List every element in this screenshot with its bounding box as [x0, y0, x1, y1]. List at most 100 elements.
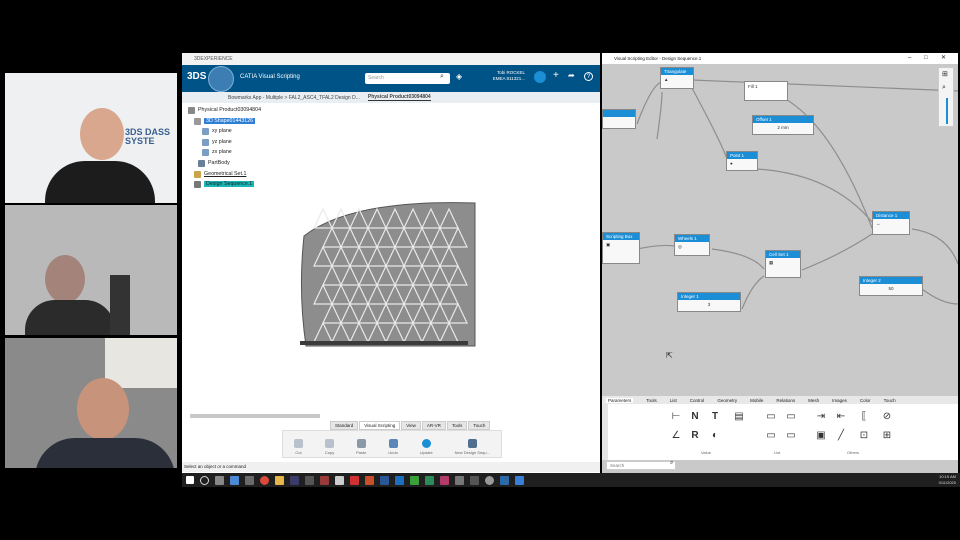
scrollbar[interactable] [190, 414, 320, 418]
avatar[interactable] [534, 71, 546, 83]
app-icon-13[interactable] [515, 475, 524, 485]
app-icon-3[interactable] [290, 475, 299, 485]
copy-button[interactable]: Copy [325, 439, 334, 455]
system-clock[interactable]: 10:15 AM 3/11/2020 [920, 474, 957, 486]
minimize-icon[interactable]: – [908, 53, 911, 64]
tab-color[interactable]: Color [860, 398, 871, 403]
integer-1-value[interactable]: 3 [678, 300, 740, 309]
bracket-icon[interactable]: ⟦ [859, 412, 869, 422]
list-text-icon[interactable]: ▭ [786, 431, 796, 441]
tree-item[interactable]: zx plane [202, 147, 261, 158]
tab-view[interactable]: View [401, 421, 421, 430]
app-icon-9[interactable] [440, 475, 449, 485]
node-scripting-box[interactable]: Scripting Box ▣ [602, 232, 640, 264]
help-icon[interactable]: ? [584, 72, 593, 81]
app-icon-1[interactable] [230, 475, 239, 485]
tab-tools[interactable]: Tools [446, 421, 468, 430]
tree-item[interactable]: 3D Shape01443126 [194, 116, 261, 127]
3d-model-viewport[interactable] [292, 201, 482, 349]
node-wheels[interactable]: Wheels 1 ◎ [674, 234, 710, 256]
string-param-icon[interactable]: ▤ [734, 412, 744, 422]
map-icon[interactable]: ⊞ [942, 70, 948, 78]
tab-mobile[interactable]: Mobile [750, 398, 763, 403]
new-design-sequence-button[interactable]: New Design Sequ... [455, 439, 490, 455]
node-point[interactable]: Point 1 ● [726, 151, 758, 171]
app-icon-7[interactable] [410, 475, 419, 485]
settings-icon[interactable] [485, 475, 494, 485]
close-icon[interactable]: ✕ [941, 53, 946, 64]
compass-icon[interactable] [208, 66, 234, 92]
chrome-icon[interactable] [260, 475, 269, 485]
tab-visual-scripting[interactable]: Visual Scripting [359, 421, 401, 430]
search-icon[interactable]: ⌕ [670, 460, 673, 467]
zoom-icon[interactable]: ⌕ [942, 84, 946, 92]
image-icon[interactable]: ▣ [816, 431, 826, 441]
list-int-icon[interactable]: ▭ [766, 431, 776, 441]
outlook-icon[interactable] [395, 475, 404, 485]
line-icon[interactable]: ╱ [836, 431, 846, 441]
tab-tools[interactable]: Tools [646, 398, 657, 403]
windows-start-icon[interactable] [186, 476, 194, 484]
user-info[interactable]: Tobi ROCKEL EMEA 811321... [467, 70, 525, 82]
text-param-icon[interactable]: T [710, 412, 720, 422]
taskview-icon[interactable] [215, 475, 224, 485]
app-icon-6[interactable] [335, 475, 344, 485]
search-icon[interactable] [200, 475, 209, 485]
maximize-icon[interactable]: □ [924, 53, 928, 64]
output-icon[interactable]: ⇤ [836, 412, 846, 422]
tab-relations[interactable]: Relations [776, 398, 795, 403]
app-icon-4[interactable] [305, 475, 314, 485]
editor-search-input[interactable]: Search [606, 461, 676, 470]
folder-icon[interactable] [275, 475, 284, 485]
tree-item[interactable]: PartBody [198, 158, 261, 169]
tab-geometry[interactable]: Geometry [717, 398, 737, 403]
word-icon[interactable] [380, 475, 389, 485]
node-offset[interactable]: Offset 12 mm [752, 115, 814, 135]
tree-item[interactable]: Geometrical Set.1 [194, 169, 261, 180]
tree-item[interactable]: Design Sequence.1 [194, 179, 261, 190]
app-icon-11[interactable] [470, 475, 479, 485]
update-button[interactable]: Update [420, 439, 433, 455]
zoom-slider[interactable] [946, 98, 948, 124]
tab-images[interactable]: Images [832, 398, 847, 403]
tag-icon[interactable]: ◈ [456, 72, 462, 81]
length-param-icon[interactable]: ⊢ [671, 412, 681, 422]
node-triangulate[interactable]: Triangulate 1 ▲ [660, 67, 694, 89]
tab-list[interactable]: List [670, 398, 677, 403]
measure-icon[interactable]: ⊞ [882, 431, 892, 441]
app-icon-8[interactable] [425, 475, 434, 485]
input-icon[interactable]: ⇥ [816, 412, 826, 422]
node-partial-left[interactable] [602, 109, 636, 129]
search-input[interactable]: Search [365, 73, 450, 84]
list-length-icon[interactable]: ▭ [786, 412, 796, 422]
tab-touch[interactable]: Touch [884, 398, 896, 403]
angle-param-icon[interactable]: ∠ [671, 431, 681, 441]
real-param-icon[interactable]: R [690, 431, 700, 441]
tree-item[interactable]: Physical Product03094804 [188, 105, 261, 116]
paste-button[interactable]: Paste [356, 439, 366, 455]
tree-item[interactable]: yz plane [202, 137, 261, 148]
app-icon-12[interactable] [500, 475, 509, 485]
array-icon[interactable]: ⊡ [859, 431, 869, 441]
cut-button[interactable]: Cut [293, 439, 303, 455]
tab-standard[interactable]: Standard [330, 421, 359, 430]
node-fill[interactable]: Fill 1 [744, 81, 788, 101]
tree-item[interactable]: xy plane [202, 126, 261, 137]
node-integer-1[interactable]: Integer 13 [677, 292, 741, 312]
node-distance[interactable]: Distance 1 ↔ [872, 211, 910, 235]
pdf-icon[interactable] [350, 475, 359, 485]
integer-2-value[interactable]: 50 [860, 284, 922, 293]
offset-value[interactable]: 2 mm [753, 123, 813, 132]
search-icon[interactable]: ⌕ [440, 73, 444, 81]
tab-ar-vr[interactable]: AR-VR [421, 421, 446, 430]
list-icon[interactable]: ▭ [766, 412, 776, 422]
add-icon[interactable]: + [553, 70, 559, 81]
tab-active[interactable]: Physical Product03094804 [367, 94, 431, 101]
breadcrumb-path[interactable]: Bowmarks App - Multiple > FAL2_ASC4_TFAL… [228, 95, 360, 101]
app-icon-5[interactable] [320, 475, 329, 485]
tab-parameters[interactable]: Parameters [606, 397, 634, 403]
app-icon-2[interactable] [245, 475, 254, 485]
tab-mesh[interactable]: Mesh [808, 398, 819, 403]
node-integer-2[interactable]: Integer 2 50 [859, 276, 923, 296]
integer-param-icon[interactable]: N [690, 412, 700, 422]
